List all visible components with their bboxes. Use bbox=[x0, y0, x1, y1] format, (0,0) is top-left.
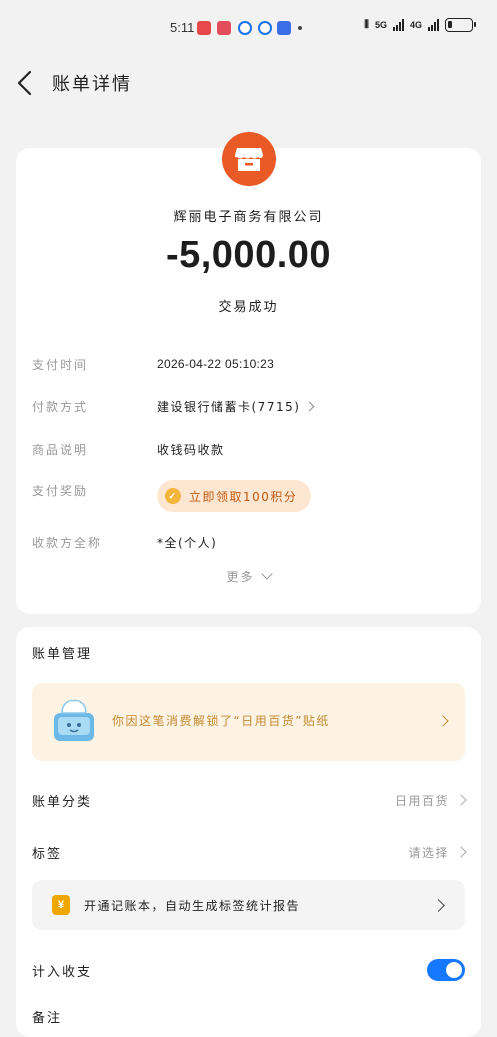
detail-value: 建设银行储蓄卡(7715) bbox=[157, 398, 315, 415]
bill-management-card: 账单管理 你因这笔消费解锁了“日用百货”贴纸 账单分类 日用百货 标签 请选择 … bbox=[16, 627, 481, 1037]
detail-row-description: 商品说明 收钱码收款 bbox=[32, 434, 465, 464]
tag-row[interactable]: 标签 请选择 bbox=[32, 837, 467, 867]
transaction-amount: -5,000.00 bbox=[165, 234, 332, 276]
dot-icon bbox=[298, 26, 302, 30]
category-label: 账单分类 bbox=[32, 794, 93, 810]
more-label: 更多 bbox=[226, 570, 255, 584]
battery-level bbox=[448, 21, 452, 28]
detail-value: *全(个人) bbox=[157, 535, 218, 550]
coin-icon: ✓ bbox=[165, 488, 181, 504]
chevron-right-icon bbox=[432, 898, 445, 912]
sticker-text: 你因这笔消费解锁了“日用百货”贴纸 bbox=[112, 714, 330, 728]
more-button[interactable]: 更多 bbox=[16, 568, 481, 585]
battery-icon bbox=[445, 18, 476, 32]
chevron-right-icon bbox=[437, 715, 449, 727]
merchant-name: 辉丽电子商务有限公司 bbox=[173, 210, 324, 225]
top-bar: 账单详情 bbox=[0, 58, 497, 108]
tag-value: 请选择 bbox=[408, 844, 467, 861]
detail-label: 支付奖励 bbox=[32, 484, 89, 498]
category-value: 日用百货 bbox=[394, 792, 467, 809]
vibrate-icon: ⦀ bbox=[364, 18, 369, 31]
network-5g-label: 5G bbox=[374, 20, 387, 30]
app-notification-icon bbox=[258, 21, 272, 35]
claim-points-button[interactable]: ✓ 立即领取100积分 bbox=[157, 480, 312, 512]
back-button[interactable] bbox=[14, 68, 38, 98]
claim-points-label: 立即领取100积分 bbox=[189, 489, 298, 504]
chevron-right-icon bbox=[455, 846, 467, 858]
note-row[interactable]: 备注 bbox=[32, 1001, 465, 1031]
ledger-text: 开通记账本，自动生成标签统计报告 bbox=[84, 898, 301, 913]
payment-method-text: 建设银行储蓄卡(7715) bbox=[157, 399, 301, 414]
app-notification-icon bbox=[277, 21, 291, 35]
detail-value: 2026-04-22 05:10:23 bbox=[157, 357, 275, 371]
status-time: 5:11 bbox=[170, 20, 195, 35]
yen-icon: ¥ bbox=[52, 895, 70, 915]
detail-row-payment-method[interactable]: 付款方式 建设银行储蓄卡(7715) bbox=[32, 391, 465, 421]
transaction-status: 交易成功 bbox=[218, 300, 279, 315]
tag-value-text: 请选择 bbox=[408, 845, 449, 860]
sticker-icon bbox=[54, 699, 94, 741]
section-title: 账单管理 bbox=[32, 647, 93, 662]
detail-row-pay-time: 支付时间 2026-04-22 05:10:23 bbox=[32, 349, 465, 379]
chevron-right-icon bbox=[455, 794, 467, 806]
network-4g-label: 4G bbox=[409, 20, 422, 30]
detail-label: 支付时间 bbox=[32, 357, 89, 372]
status-bar: 5:11 ⦀ 5G 4G bbox=[0, 0, 497, 58]
signal-icon bbox=[428, 19, 439, 31]
category-value-text: 日用百货 bbox=[394, 793, 449, 808]
detail-label: 付款方式 bbox=[32, 399, 89, 414]
shop-icon bbox=[222, 132, 276, 186]
page-title: 账单详情 bbox=[52, 74, 132, 95]
chevron-left-icon bbox=[17, 70, 32, 96]
detail-label: 商品说明 bbox=[32, 442, 89, 457]
app-notification-icon bbox=[217, 21, 231, 35]
tag-label: 标签 bbox=[32, 846, 63, 862]
note-label: 备注 bbox=[32, 1010, 63, 1026]
signal-icon bbox=[392, 19, 404, 31]
detail-label: 收款方全称 bbox=[32, 535, 103, 550]
app-notification-icon bbox=[238, 21, 252, 35]
ledger-banner[interactable]: ¥ 开通记账本，自动生成标签统计报告 bbox=[32, 880, 465, 930]
chevron-right-icon bbox=[304, 401, 315, 411]
sticker-banner[interactable]: 你因这笔消费解锁了“日用百货”贴纸 bbox=[32, 683, 465, 761]
detail-row-payee: 收款方全称 *全(个人) bbox=[32, 527, 465, 557]
category-row[interactable]: 账单分类 日用百货 bbox=[32, 785, 467, 815]
toggle-knob bbox=[446, 962, 462, 978]
chevron-down-icon bbox=[260, 568, 273, 580]
app-notification-icon bbox=[197, 21, 211, 35]
count-in-budget-label: 计入收支 bbox=[32, 964, 93, 980]
detail-value: 收钱码收款 bbox=[157, 442, 225, 457]
transaction-card: 辉丽电子商务有限公司 -5,000.00 交易成功 支付时间 2026-04-2… bbox=[16, 132, 481, 614]
count-in-budget-toggle[interactable] bbox=[427, 959, 465, 981]
detail-row-reward: 支付奖励 ✓ 立即领取100积分 bbox=[32, 478, 465, 514]
count-in-budget-row: 计入收支 bbox=[32, 955, 465, 985]
